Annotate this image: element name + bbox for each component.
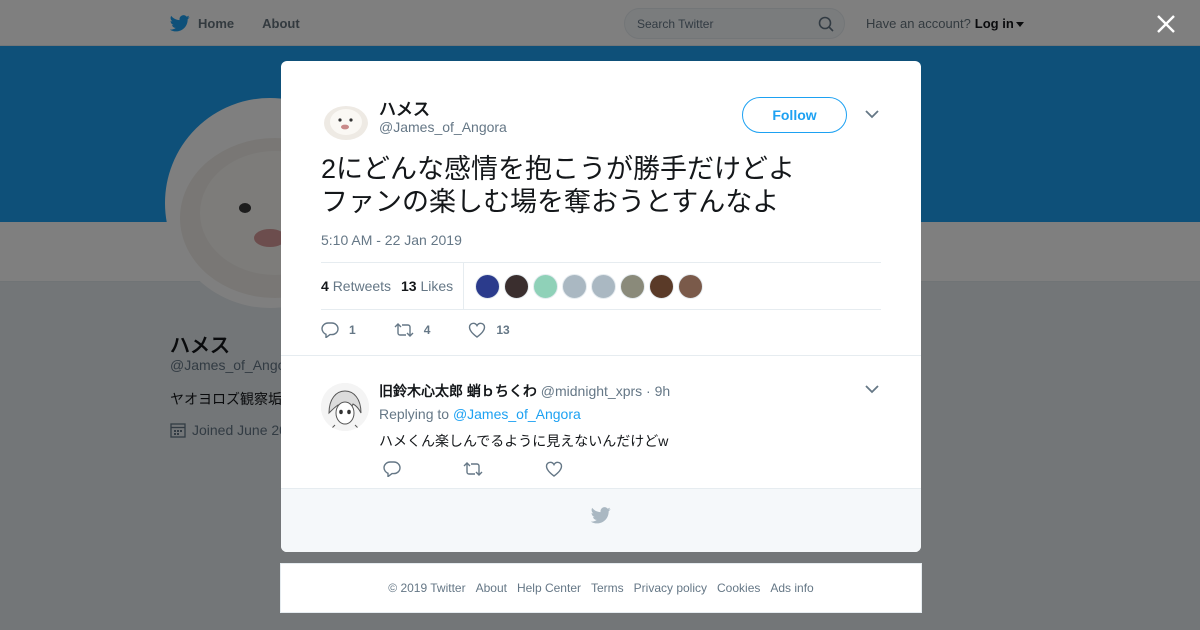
tweet-text-line: ファンの楽しむ場を奪おうとすんなよ xyxy=(321,187,780,217)
reply-icon xyxy=(383,461,401,478)
like-action[interactable] xyxy=(545,461,563,482)
reply-actions xyxy=(383,461,625,482)
likes-stat[interactable]: 13 Likes xyxy=(401,278,453,294)
likes-count: 13 xyxy=(401,278,417,294)
tweet-text-line: 2にどんな感情を抱こうが勝手だけどよ xyxy=(321,154,796,184)
heart-icon xyxy=(469,322,486,338)
retweets-count: 4 xyxy=(321,278,329,294)
liker-avatar[interactable] xyxy=(562,274,587,299)
footer-link-ads-info[interactable]: Ads info xyxy=(770,581,813,595)
likers-avatars xyxy=(475,274,707,299)
reply-text: ハメくん楽しんでるように見えないんだけどw xyxy=(379,433,669,449)
tweet-timestamp[interactable]: 5:10 AM - 22 Jan 2019 xyxy=(321,232,462,248)
chevron-down-icon[interactable] xyxy=(865,384,879,394)
retweet-count: 4 xyxy=(423,323,431,337)
liker-avatar[interactable] xyxy=(649,274,674,299)
modal-footer xyxy=(281,488,921,552)
retweet-action[interactable] xyxy=(463,461,483,482)
reply-author-name[interactable]: 旧鈴木心太郎 蛸ｂちくわ xyxy=(379,383,537,399)
footer-link-terms[interactable]: Terms xyxy=(591,581,624,595)
retweet-icon xyxy=(463,462,483,476)
footer-link-cookies[interactable]: Cookies xyxy=(717,581,760,595)
retweet-action[interactable]: 4 xyxy=(394,322,431,338)
reply-count: 1 xyxy=(349,323,356,337)
manga-character-avatar-icon xyxy=(321,383,369,431)
twitter-bird-icon xyxy=(591,507,611,524)
tweet-actions: 1 4 13 xyxy=(321,322,548,338)
footer-copyright: © 2019 Twitter xyxy=(388,581,466,595)
reply-time[interactable]: · 9h xyxy=(646,383,670,399)
reply-action[interactable] xyxy=(383,461,401,482)
retweet-icon xyxy=(394,323,414,337)
close-icon[interactable] xyxy=(1154,12,1178,36)
section-divider xyxy=(281,355,921,356)
stats-divider xyxy=(463,263,464,310)
tweet-modal: ハメス @James_of_Angora Follow 2にどんな感情を抱こうが… xyxy=(281,61,921,552)
page-footer: © 2019 Twitter About Help Center Terms P… xyxy=(280,563,922,613)
footer-link-help-center[interactable]: Help Center xyxy=(517,581,581,595)
tweet-stats: 4 Retweets 13 Likes xyxy=(321,262,881,310)
liker-avatar[interactable] xyxy=(475,274,500,299)
replying-to: Replying to @James_of_Angora xyxy=(379,406,581,422)
reply-icon xyxy=(321,322,339,338)
like-action[interactable]: 13 xyxy=(468,322,510,338)
likes-label: Likes xyxy=(420,278,454,294)
liker-avatar[interactable] xyxy=(533,274,558,299)
reply-header: 旧鈴木心太郎 蛸ｂちくわ @midnight_xprs · 9h xyxy=(379,381,670,401)
reply-author-handle[interactable]: @midnight_xprs xyxy=(541,383,642,399)
chevron-down-icon[interactable] xyxy=(865,109,879,119)
replying-to-link[interactable]: @James_of_Angora xyxy=(453,406,581,422)
follow-button[interactable]: Follow xyxy=(742,97,847,133)
retweets-stat[interactable]: 4 Retweets xyxy=(321,278,391,294)
replying-to-label: Replying to xyxy=(379,406,450,422)
liker-avatar[interactable] xyxy=(504,274,529,299)
author-handle[interactable]: @James_of_Angora xyxy=(379,119,507,135)
heart-icon xyxy=(545,461,563,477)
footer-link-privacy[interactable]: Privacy policy xyxy=(634,581,707,595)
angora-rabbit-small-icon xyxy=(321,94,369,142)
footer-link-about[interactable]: About xyxy=(476,581,507,595)
retweets-label: Retweets xyxy=(332,278,392,294)
like-count: 13 xyxy=(496,323,510,337)
reply-action[interactable]: 1 xyxy=(321,322,356,338)
author-avatar[interactable] xyxy=(321,94,369,142)
reply-author-avatar[interactable] xyxy=(321,383,369,431)
liker-avatar[interactable] xyxy=(591,274,616,299)
author-name[interactable]: ハメス xyxy=(379,95,430,120)
tweet-text: 2にどんな感情を抱こうが勝手だけどよ ファンの楽しむ場を奪おうとすんなよ xyxy=(321,153,881,219)
liker-avatar[interactable] xyxy=(678,274,703,299)
liker-avatar[interactable] xyxy=(620,274,645,299)
